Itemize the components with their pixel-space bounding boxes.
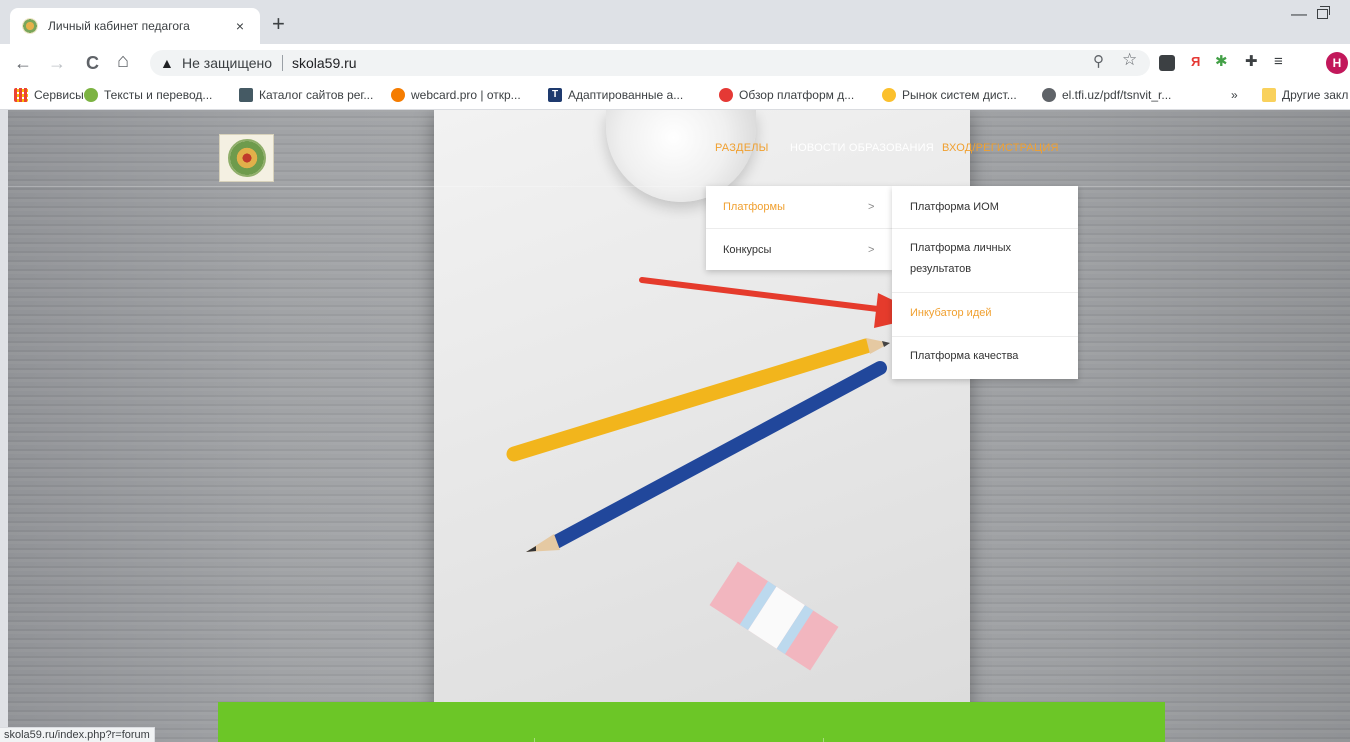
bookmark-label: el.tfi.uz/pdf/tsnvit_r... [1062,88,1172,102]
nav-news[interactable]: НОВОСТИ ОБРАЗОВАНИЯ [790,142,934,154]
chevron-right-icon: > [868,201,875,213]
submenu-divider [892,292,1078,293]
nav-login[interactable]: ВХОД/РЕГИСТРАЦИЯ [942,142,1059,154]
car-icon [239,88,253,102]
bookmarks-overflow-button[interactable]: » [1231,88,1238,102]
submenu-item-label: Платформы [723,201,785,213]
chevron-right-icon: > [868,244,875,256]
annotation-arrow [639,277,926,328]
new-tab-button[interactable]: + [272,12,285,36]
folder-icon [1262,88,1276,102]
bookmark-other[interactable]: Другие закл [1262,88,1348,102]
status-url: skola59.ru/index.php?r=forum [0,727,155,742]
tab-title: Личный кабинет педагога [48,19,190,33]
extension-mail-icon[interactable] [1159,55,1175,71]
tab-close-icon[interactable]: × [232,18,248,34]
bookmarks-bar: Сервисы Тексты и перевод... Каталог сайт… [0,82,1350,110]
green-bar-divider [534,738,535,742]
bookmark-adapted[interactable]: T Адаптированные а... [548,88,683,102]
submenu-razdely: Платформы > Конкурсы > [706,186,892,270]
submenu-item-iom[interactable]: Платформа ИОМ [892,197,1078,218]
submenu-item-idea-incubator[interactable]: Инкубатор идей [892,303,1078,324]
apps-grid-icon [14,88,28,102]
forward-button[interactable]: → [48,52,66,74]
webcard-icon [391,88,405,102]
security-label[interactable]: Не защищено [182,55,272,71]
bookmark-texts[interactable]: Тексты и перевод... [84,88,212,102]
bookmark-star-icon[interactable]: ☆ [1122,51,1137,69]
bookmark-catalog[interactable]: Каталог сайтов рег... [239,88,373,102]
reading-list-icon[interactable]: ≡ [1274,53,1283,71]
extension-leaf-icon[interactable]: ✱ [1215,53,1228,71]
flower-icon [719,88,733,102]
bird-icon [84,88,98,102]
submenu-platforms: Платформа ИОМ Платформа личных результат… [892,186,1078,379]
bookmark-webcard[interactable]: webcard.pro | откр... [391,88,521,102]
home-button[interactable]: ⌂ [117,50,129,72]
profile-avatar[interactable]: H [1326,52,1348,74]
bookmark-label: Адаптированные а... [568,88,684,102]
bookmark-label: Другие закл [1282,88,1349,102]
coin-icon [882,88,896,102]
submenu-item-quality[interactable]: Платформа качества [892,346,1078,367]
bookmark-label: Тексты и перевод... [104,88,213,102]
site-logo[interactable] [219,134,274,182]
globe-icon [1042,88,1056,102]
bookmark-label: Обзор платформ д... [739,88,855,102]
back-button[interactable]: ← [14,52,32,74]
omnibox-separator [282,55,283,71]
bookmark-tfi[interactable]: el.tfi.uz/pdf/tsnvit_r... [1042,88,1171,102]
emblem-icon [227,139,266,177]
extensions-puzzle-icon[interactable]: ✚ [1245,53,1258,71]
restore-button[interactable] [1317,6,1330,19]
header-divider [8,186,1350,187]
yandex-extension-icon[interactable]: Я [1191,53,1200,71]
submenu-item-label: Конкурсы [723,244,772,256]
bookmark-label: Сервисы [34,88,84,102]
browser-tab[interactable]: Личный кабинет педагога × [10,8,260,44]
zoom-icon[interactable]: ⚲ [1093,53,1104,71]
site-favicon-icon [22,18,38,34]
hero-illustration [506,277,926,671]
page-viewport: РАЗДЕЛЫ НОВОСТИ ОБРАЗОВАНИЯ ВХОД/РЕГИСТР… [8,110,1350,742]
submenu-divider [892,228,1078,229]
submenu-item-contests[interactable]: Конкурсы > [706,229,892,271]
t-logo-icon: T [548,88,562,102]
warning-icon[interactable]: ▲ [160,55,174,71]
bookmark-label: Рынок систем дист... [902,88,1017,102]
green-bar-divider [823,738,824,742]
url-text[interactable]: skola59.ru [292,55,357,71]
submenu-item-personal-results[interactable]: Платформа личных результатов [892,238,1042,280]
nav-razdely[interactable]: РАЗДЕЛЫ [715,142,769,154]
bookmark-label: Каталог сайтов рег... [259,88,374,102]
submenu-divider [892,336,1078,337]
eraser-image [709,561,839,671]
green-content-bar [218,702,1165,742]
submenu-item-platforms[interactable]: Платформы > [706,186,892,228]
minimize-button[interactable]: — [1291,6,1307,24]
tab-strip: Личный кабинет педагога × + — [0,0,1350,44]
bookmark-label: webcard.pro | откр... [411,88,521,102]
bookmark-apps[interactable]: Сервисы [14,88,84,102]
bookmark-platforms[interactable]: Обзор платформ д... [719,88,854,102]
bookmark-market[interactable]: Рынок систем дист... [882,88,1017,102]
reload-button[interactable]: C [86,52,99,74]
